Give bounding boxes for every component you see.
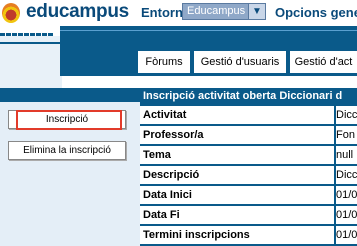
detail-row: Data Inici 01/0 [140, 186, 357, 204]
row-label: Data Inici [143, 189, 192, 201]
detail-row: Tema null [140, 146, 357, 164]
detail-title: Inscripció activitat oberta Diccionari d [143, 90, 343, 102]
logo-text: educampus [26, 1, 129, 22]
row-label: Descripció [143, 169, 200, 181]
detail-row: Descripció Dicc [140, 166, 357, 184]
row-value: Dicc [336, 109, 357, 121]
top-bar: educampus Entorn Educampus ▼ Opcions gen… [0, 0, 357, 26]
tab-forums[interactable]: Fòrums [138, 51, 190, 73]
detail-row: Professor/a Fon [140, 126, 357, 144]
environment-select[interactable]: Educampus ▼ [182, 3, 266, 20]
sidebar-header [0, 88, 140, 102]
elimina-inscripcio-button[interactable]: Elimina la inscripció [8, 141, 126, 160]
row-label: Termini inscripcions [143, 229, 250, 241]
menu-opcions-generals[interactable]: Opcions gener [275, 5, 357, 20]
left-decor-band [0, 36, 62, 92]
menu-entorn[interactable]: Entorn [141, 5, 183, 20]
detail-row: Data Fi 01/0 [140, 206, 357, 224]
detail-panel: Inscripció activitat oberta Diccionari d… [140, 88, 357, 246]
row-label: Data Fi [143, 209, 180, 221]
row-value: null [336, 149, 354, 161]
detail-row: Activitat Dicc [140, 106, 357, 124]
row-value: Fon [336, 129, 355, 141]
tab-gestio-activitats[interactable]: Gestió d'act [290, 51, 357, 73]
row-label: Professor/a [143, 129, 204, 141]
chevron-down-icon[interactable]: ▼ [248, 4, 265, 19]
tab-gestio-usuaris[interactable]: Gestió d'usuaris [194, 51, 286, 73]
row-value: 01/0 [336, 189, 357, 201]
row-value: Dicc [336, 169, 357, 181]
environment-select-value: Educampus [187, 5, 246, 17]
row-label: Activitat [143, 109, 187, 121]
decorative-dots [0, 25, 60, 38]
row-value: 01/0 [336, 209, 357, 221]
highlight-box [16, 110, 122, 130]
row-label: Tema [143, 149, 171, 161]
educampus-logo-icon [2, 3, 20, 23]
detail-row: Termini inscripcions 01/0 [140, 226, 357, 244]
tab-bar: Fòrums Gestió d'usuaris Gestió d'act [60, 48, 357, 76]
row-value: 01/0 [336, 229, 357, 241]
